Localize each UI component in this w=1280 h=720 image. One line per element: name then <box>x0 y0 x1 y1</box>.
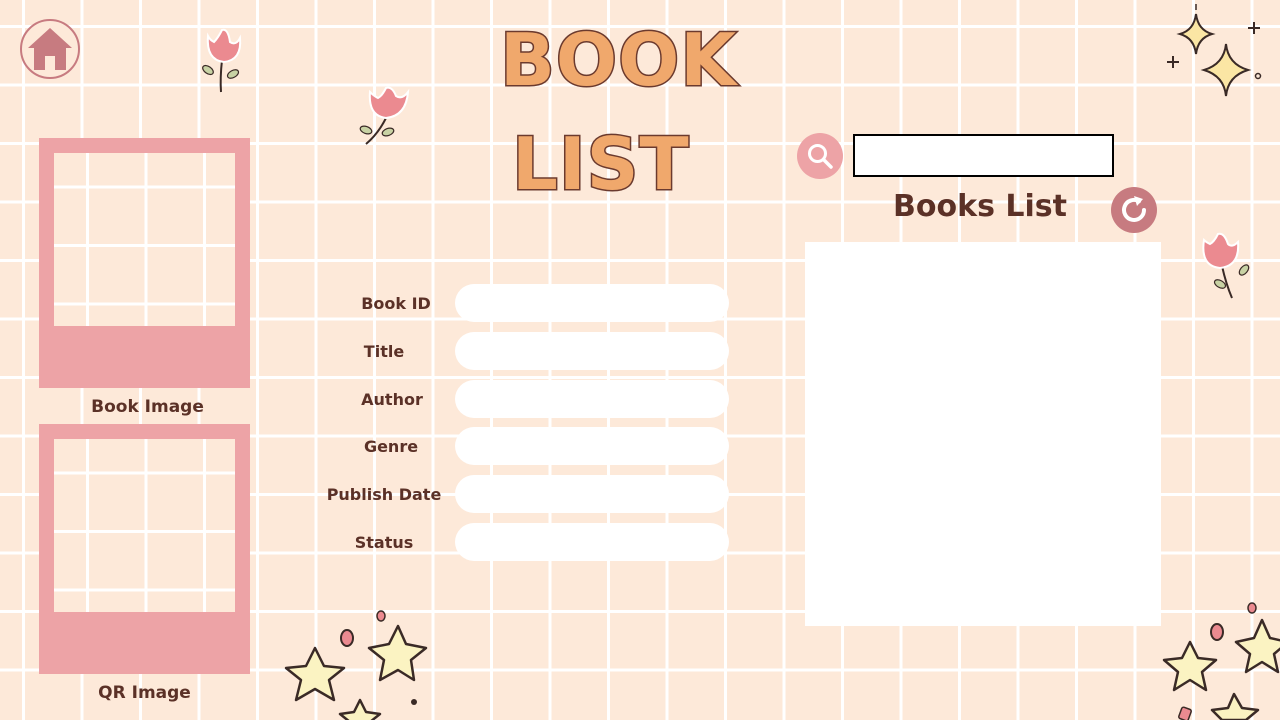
publish-date-input[interactable] <box>455 475 729 513</box>
star-decoration-icon <box>284 610 428 720</box>
status-label: Status <box>354 533 414 552</box>
qr-image-placeholder <box>54 439 235 612</box>
book-image-frame <box>39 138 250 388</box>
home-icon <box>28 28 72 70</box>
flower-decoration-icon <box>1202 232 1250 299</box>
genre-label: Genre <box>363 437 419 456</box>
qr-image-label: QR Image <box>98 683 191 703</box>
books-list-title: Books List <box>893 189 1067 224</box>
status-input[interactable] <box>455 523 729 561</box>
qr-image-frame <box>39 424 250 674</box>
page-title-line2: LIST <box>511 122 691 206</box>
author-input[interactable] <box>455 380 729 418</box>
home-button[interactable] <box>20 19 80 79</box>
page-title-line1: BOOK <box>498 18 738 102</box>
refresh-icon <box>1122 196 1146 222</box>
flower-decoration-icon <box>202 28 242 93</box>
book-image-label: Book Image <box>91 397 204 417</box>
genre-input[interactable] <box>455 427 729 465</box>
author-label: Author <box>361 390 423 409</box>
publish-date-label: Publish Date <box>326 485 442 504</box>
search-button[interactable] <box>797 133 843 179</box>
flower-decoration-icon <box>359 86 410 145</box>
book-id-label: Book ID <box>361 294 431 313</box>
search-icon <box>808 144 833 169</box>
search-input[interactable] <box>853 134 1114 177</box>
star-decoration-icon <box>1162 602 1280 720</box>
sparkle-decoration-icon <box>1167 4 1262 97</box>
title-input[interactable] <box>455 332 729 370</box>
book-id-input[interactable] <box>455 284 729 322</box>
books-list-box[interactable] <box>805 242 1161 626</box>
book-image-placeholder <box>54 153 235 326</box>
refresh-button[interactable] <box>1111 187 1157 233</box>
title-label: Title <box>363 342 405 361</box>
